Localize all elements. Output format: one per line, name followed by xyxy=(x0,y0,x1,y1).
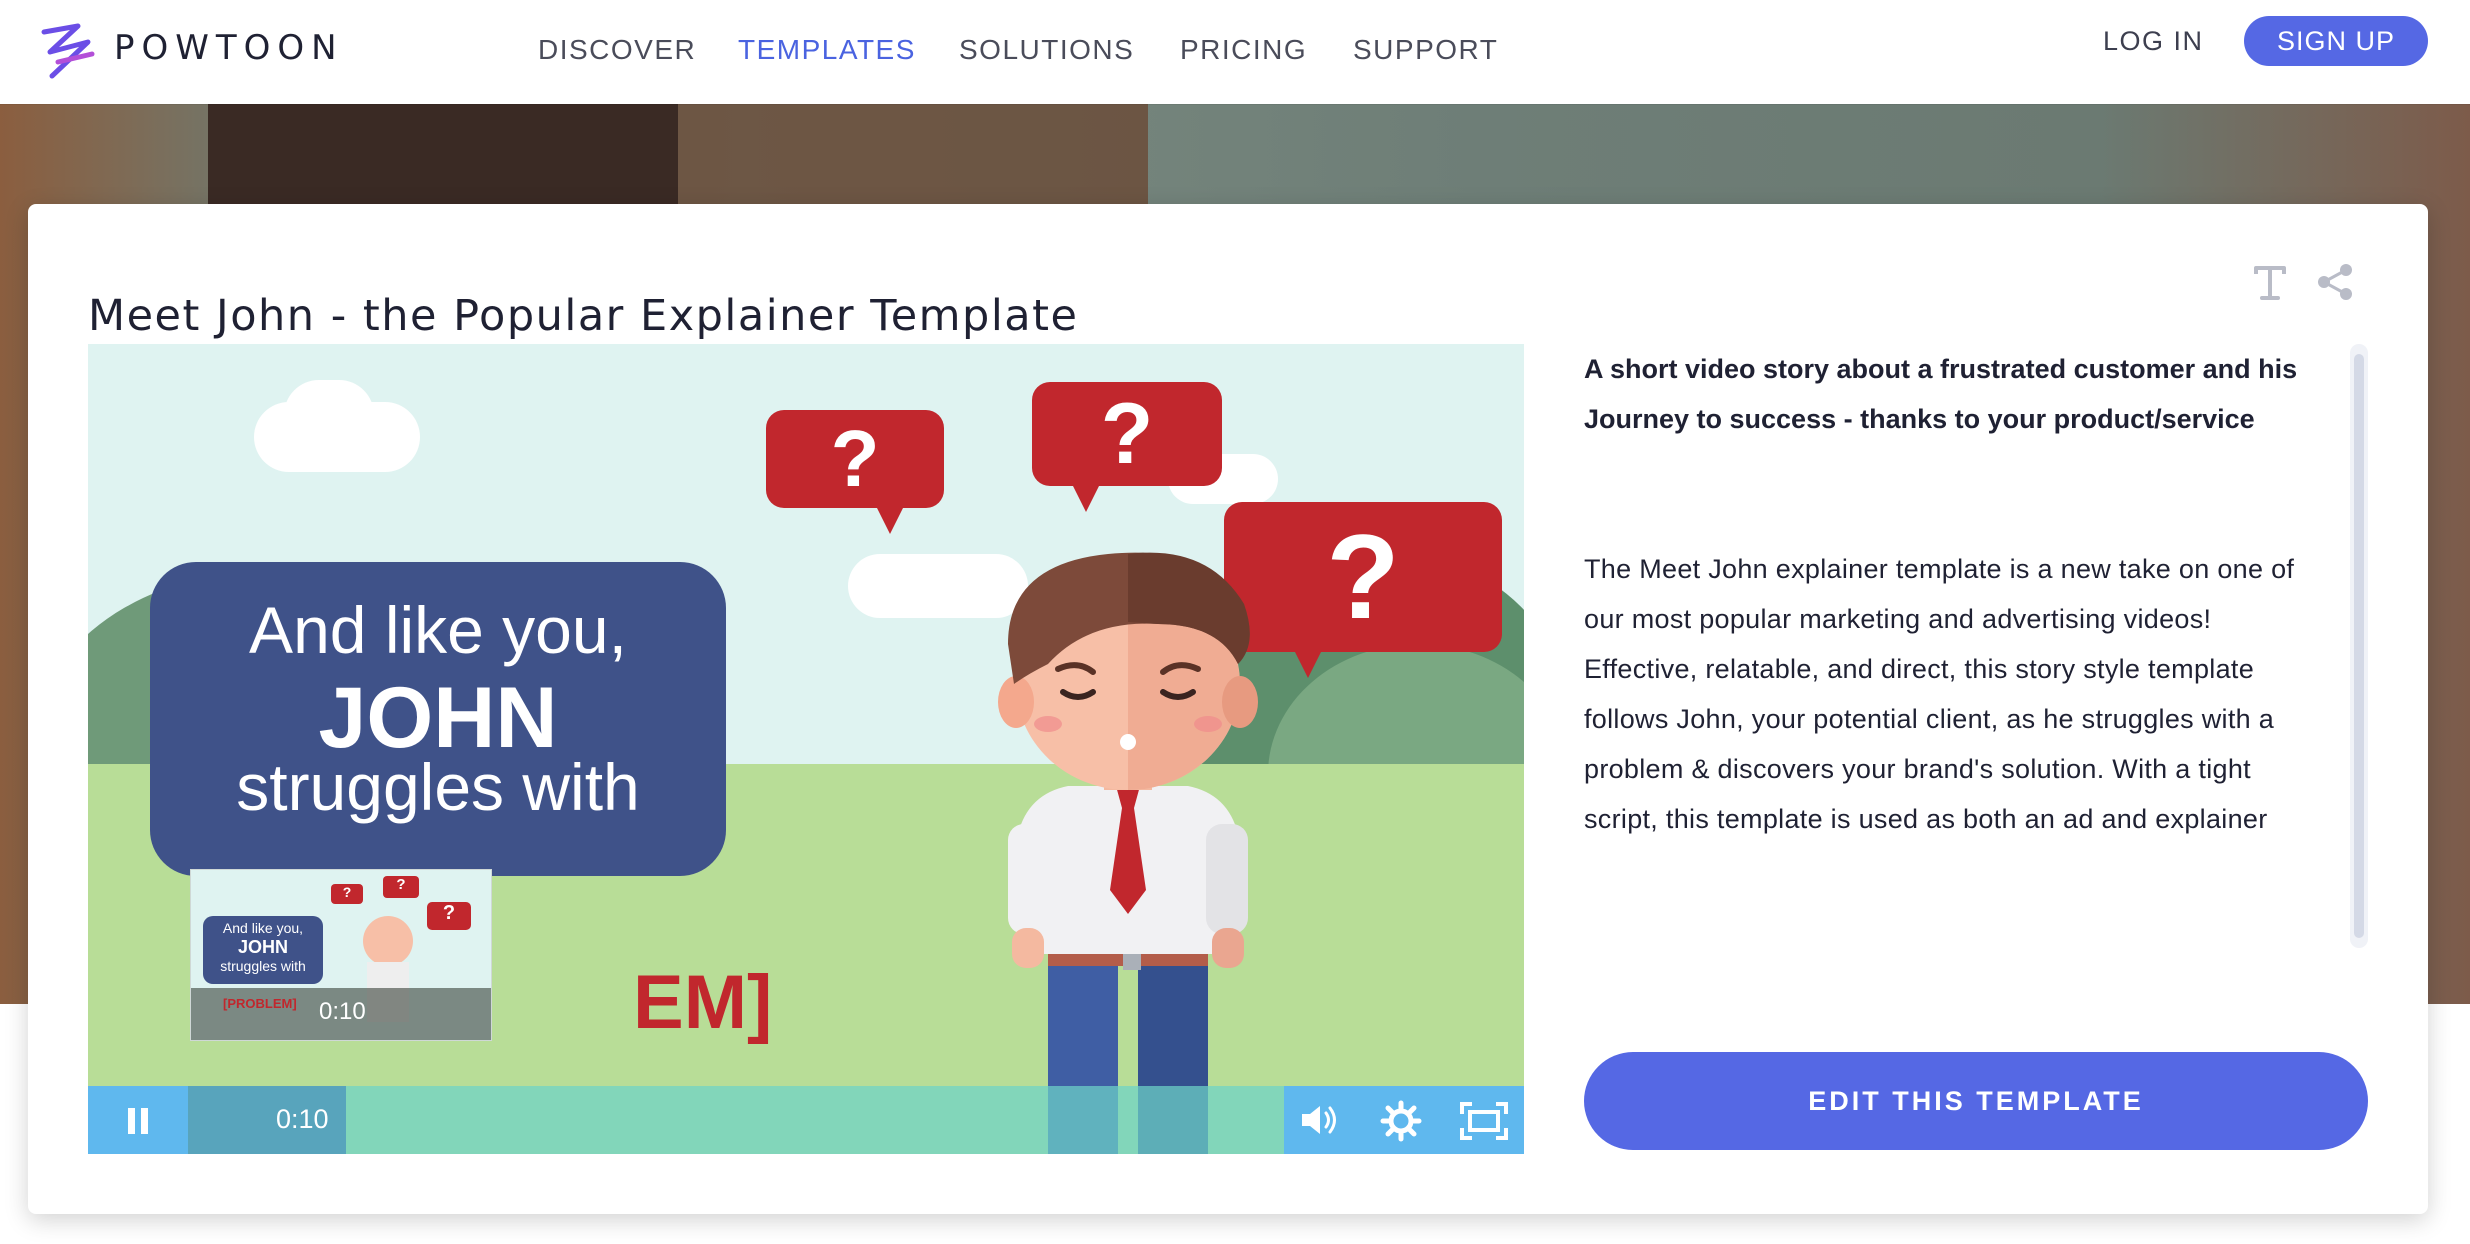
speech-line-1: And like you, xyxy=(249,593,627,667)
fullscreen-icon[interactable] xyxy=(1458,1100,1510,1142)
volume-icon[interactable] xyxy=(1298,1100,1342,1140)
current-time: 0:10 xyxy=(276,1104,329,1134)
video-player[interactable]: And like you, JOHN struggles with EM] ? … xyxy=(88,344,1524,1154)
powtoon-logo-icon[interactable] xyxy=(38,22,98,82)
thumb-time: 0:10 xyxy=(319,998,366,1025)
player-control-group xyxy=(1284,1086,1524,1154)
speech-line-3: struggles with xyxy=(236,750,640,824)
template-description: The Meet John explainer template is a ne… xyxy=(1584,554,2295,834)
pause-icon xyxy=(128,1108,148,1134)
brand-wordmark[interactable]: POWTOON xyxy=(114,28,344,68)
cloud xyxy=(284,380,374,450)
gear-icon[interactable] xyxy=(1380,1100,1422,1142)
thumb-line-3: struggles with xyxy=(220,958,306,974)
top-navigation-bar: POWTOON DISCOVER TEMPLATES SOLUTIONS PRI… xyxy=(0,0,2470,104)
problem-placeholder-text: EM] xyxy=(633,960,773,1045)
template-title: Meet John - the Popular Explainer Templa… xyxy=(88,290,1079,341)
text-font-icon[interactable] xyxy=(2250,260,2290,304)
nav-solutions[interactable]: SOLUTIONS xyxy=(959,34,1134,66)
thumb-character-head xyxy=(363,916,413,966)
thumb-line-1: And like you, xyxy=(222,920,304,936)
nav-pricing[interactable]: PRICING xyxy=(1180,34,1307,66)
signup-button[interactable]: SIGN UP xyxy=(2244,16,2428,66)
john-character xyxy=(998,552,1258,1154)
thumb-question: ? xyxy=(427,902,471,930)
description-scrollbar-thumb[interactable] xyxy=(2354,354,2364,938)
thumb-question: ? xyxy=(383,876,419,898)
seek-preview-thumbnail: And like you, JOHN struggles with [PROBL… xyxy=(190,869,492,1041)
nav-support[interactable]: SUPPORT xyxy=(1353,34,1498,66)
template-lead: A short video story about a frustrated c… xyxy=(1584,354,2298,434)
thumb-line-2: JOHN xyxy=(237,937,288,957)
nav-discover[interactable]: DISCOVER xyxy=(538,34,696,66)
thumb-question: ? xyxy=(331,884,363,904)
login-link[interactable]: LOG IN xyxy=(2103,26,2204,57)
question-bubble: ? xyxy=(1032,382,1222,512)
question-bubble: ? xyxy=(766,410,944,534)
player-controls: 0:10 xyxy=(88,1086,1524,1154)
thumb-problem-text: [PROBLEM] xyxy=(223,996,297,1011)
nav-templates[interactable]: TEMPLATES xyxy=(738,34,916,66)
share-icon[interactable] xyxy=(2316,262,2356,302)
template-card: Meet John - the Popular Explainer Templa… xyxy=(28,204,2428,1214)
edit-template-button[interactable]: EDIT THIS TEMPLATE xyxy=(1584,1052,2368,1150)
pause-button[interactable] xyxy=(88,1086,188,1154)
